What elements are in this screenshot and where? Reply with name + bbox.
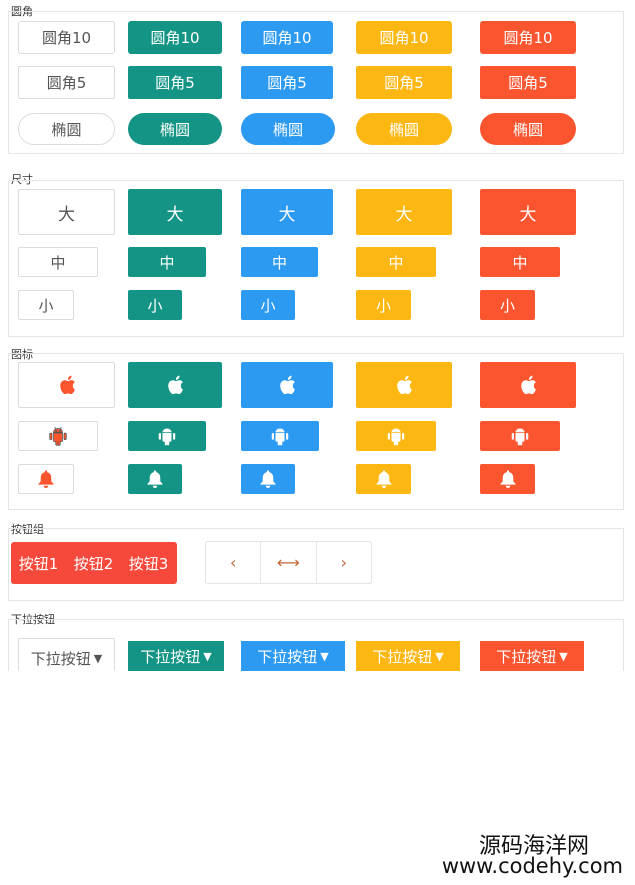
rounded5-button-teal[interactable]: 圆角5 xyxy=(128,66,222,99)
caret-down-icon: ▼ xyxy=(203,649,212,663)
bell-icon xyxy=(499,469,517,489)
caret-down-icon: ▼ xyxy=(559,649,568,663)
android-icon xyxy=(271,426,289,446)
dropdown-label: 下拉按钮 xyxy=(30,650,91,668)
caret-down-icon: ▼ xyxy=(320,649,329,663)
dropdown-button-blue[interactable]: 下拉按钮 ▼ xyxy=(241,641,345,671)
bell-button-white[interactable] xyxy=(18,464,74,494)
medium-button-red[interactable]: 中 xyxy=(480,247,560,277)
rounded10-button-teal[interactable]: 圆角10 xyxy=(128,21,222,54)
android-button-teal[interactable] xyxy=(128,421,206,451)
medium-button-yellow[interactable]: 中 xyxy=(356,247,436,277)
chevron-right-icon[interactable]: › xyxy=(315,542,371,583)
arrows-horizontal-icon[interactable]: ⟷ xyxy=(260,542,315,583)
group-button-3[interactable]: 按钮3 xyxy=(121,542,176,584)
group-button-2[interactable]: 按钮2 xyxy=(66,542,121,584)
watermark-url: www.codehy.com xyxy=(441,854,623,878)
small-button-blue[interactable]: 小 xyxy=(241,290,295,320)
apple-icon xyxy=(57,374,77,396)
small-button-teal[interactable]: 小 xyxy=(128,290,182,320)
ellipse-button-white[interactable]: 椭圆 xyxy=(18,113,115,145)
large-button-white[interactable]: 大 xyxy=(18,189,115,235)
ellipse-button-blue[interactable]: 椭圆 xyxy=(241,113,335,145)
rounded10-button-red[interactable]: 圆角10 xyxy=(480,21,576,54)
bell-icon xyxy=(375,469,393,489)
android-button-red[interactable] xyxy=(480,421,560,451)
apple-button-teal[interactable] xyxy=(128,362,222,408)
medium-button-teal[interactable]: 中 xyxy=(128,247,206,277)
ellipse-button-yellow[interactable]: 椭圆 xyxy=(356,113,452,145)
small-button-white[interactable]: 小 xyxy=(18,290,74,320)
caret-down-icon: ▼ xyxy=(93,652,103,665)
apple-button-red[interactable] xyxy=(480,362,576,408)
apple-icon xyxy=(165,374,185,396)
button-group: 按钮1 按钮2 按钮3 xyxy=(11,542,177,584)
bell-button-yellow[interactable] xyxy=(356,464,411,494)
group-button-1[interactable]: 按钮1 xyxy=(11,542,66,584)
bell-button-blue[interactable] xyxy=(241,464,295,494)
rounded5-button-yellow[interactable]: 圆角5 xyxy=(356,66,452,99)
rounded5-button-white[interactable]: 圆角5 xyxy=(18,66,115,99)
dropdown-label: 下拉按钮 xyxy=(372,647,433,666)
rounded10-button-blue[interactable]: 圆角10 xyxy=(241,21,333,54)
medium-button-white[interactable]: 中 xyxy=(18,247,98,277)
dropdown-label: 下拉按钮 xyxy=(257,647,318,666)
nav-button-group: ‹ ⟷ › xyxy=(205,541,372,584)
rounded10-button-yellow[interactable]: 圆角10 xyxy=(356,21,452,54)
ellipse-button-teal[interactable]: 椭圆 xyxy=(128,113,222,145)
android-icon xyxy=(49,426,67,446)
bell-button-teal[interactable] xyxy=(128,464,182,494)
chevron-left-icon[interactable]: ‹ xyxy=(206,542,260,583)
apple-button-white[interactable] xyxy=(18,362,115,408)
dropdown-button-red[interactable]: 下拉按钮 ▼ xyxy=(480,641,584,671)
apple-button-blue[interactable] xyxy=(241,362,333,408)
bell-icon xyxy=(37,469,55,489)
apple-icon xyxy=(277,374,297,396)
android-icon xyxy=(158,426,176,446)
ellipse-button-red[interactable]: 椭圆 xyxy=(480,113,576,145)
dropdown-button-teal[interactable]: 下拉按钮 ▼ xyxy=(128,641,224,671)
apple-icon xyxy=(518,374,538,396)
bell-icon xyxy=(146,469,164,489)
small-button-red[interactable]: 小 xyxy=(480,290,535,320)
rounded10-button-white[interactable]: 圆角10 xyxy=(18,21,115,54)
bell-button-red[interactable] xyxy=(480,464,535,494)
dropdown-label: 下拉按钮 xyxy=(140,647,201,666)
large-button-blue[interactable]: 大 xyxy=(241,189,333,235)
android-button-white[interactable] xyxy=(18,421,98,451)
apple-button-yellow[interactable] xyxy=(356,362,452,408)
large-button-teal[interactable]: 大 xyxy=(128,189,222,235)
caret-down-icon: ▼ xyxy=(435,649,444,663)
medium-button-blue[interactable]: 中 xyxy=(241,247,318,277)
apple-icon xyxy=(394,374,414,396)
dropdown-label: 下拉按钮 xyxy=(496,647,557,666)
android-button-blue[interactable] xyxy=(241,421,319,451)
bell-icon xyxy=(259,469,277,489)
rounded5-button-red[interactable]: 圆角5 xyxy=(480,66,576,99)
android-button-yellow[interactable] xyxy=(356,421,436,451)
small-button-yellow[interactable]: 小 xyxy=(356,290,411,320)
dropdown-button-yellow[interactable]: 下拉按钮 ▼ xyxy=(356,641,460,671)
android-icon xyxy=(511,426,529,446)
android-icon xyxy=(387,426,405,446)
large-button-red[interactable]: 大 xyxy=(480,189,576,235)
rounded5-button-blue[interactable]: 圆角5 xyxy=(241,66,333,99)
large-button-yellow[interactable]: 大 xyxy=(356,189,452,235)
